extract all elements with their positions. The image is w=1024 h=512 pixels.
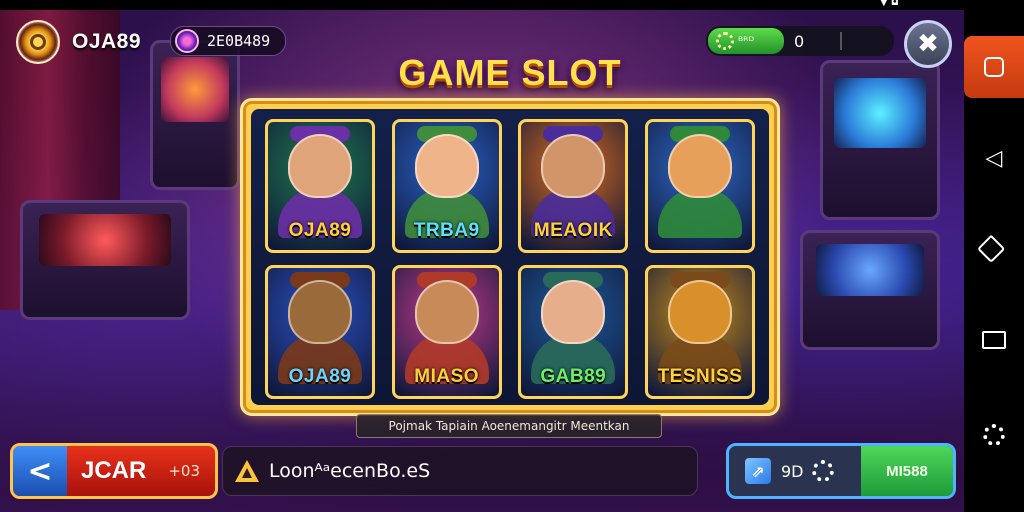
game-tile-label: OJA89	[288, 366, 352, 387]
gear-icon	[716, 32, 734, 50]
brand-logo-icon[interactable]	[16, 20, 60, 64]
status-strip	[0, 0, 964, 10]
share-panel-button[interactable]: ⇗ 9D MI588	[726, 443, 956, 499]
game-tile[interactable]: TESNISS	[644, 265, 755, 399]
game-grid: OJA89 TRBA9 MEAOIK OJA89 MIASO GAB89 TES…	[251, 109, 769, 405]
game-screen: OJA89 2E0B489 ᴮᴿᴰ 0 ✖ GAME SLOT OJA89 TR…	[0, 0, 964, 512]
wallet-label: ᴮᴿᴰ	[738, 34, 755, 48]
game-tile-label: MIASO	[414, 366, 480, 387]
back-arrow-button[interactable]: <	[13, 446, 67, 496]
system-nav-bar: ▼ ◘ ◁	[880, 0, 1024, 512]
game-tile-label: GAB89	[540, 366, 607, 387]
wallet-pill[interactable]: ᴮᴿᴰ 0	[706, 26, 894, 56]
arcade-console-right	[800, 230, 940, 350]
page-title: GAME SLOT	[398, 52, 622, 93]
game-tile[interactable]: OJA89	[265, 119, 375, 253]
app-logo-icon	[235, 460, 259, 482]
share-icon: ⇗	[745, 458, 771, 484]
search-input[interactable]	[269, 460, 669, 482]
jcar-label: JCAR	[81, 457, 147, 484]
game-tile[interactable]: MIASO	[391, 265, 502, 399]
nav-recents-button[interactable]	[964, 330, 1024, 355]
game-tile-label: MEAOIK	[533, 220, 613, 241]
game-tile[interactable]: TRBA9	[391, 119, 502, 253]
back-icon: ◁	[985, 146, 1003, 171]
home-icon	[977, 234, 1006, 263]
close-icon: ✖	[917, 29, 939, 59]
brand-name: OJA89	[72, 30, 142, 53]
jcar-button[interactable]: < JCAR +03	[10, 443, 218, 499]
nav-home-button[interactable]	[964, 234, 1024, 263]
jcar-sublabel: +03	[168, 462, 200, 480]
game-tile-label: OJA89	[288, 220, 352, 241]
dots-icon	[811, 460, 834, 482]
game-tile[interactable]: MEAOIK	[518, 119, 629, 253]
coin-balance-value: 2E0B489	[207, 32, 271, 50]
wallet-divider	[840, 32, 843, 50]
gem-coin-icon	[175, 29, 199, 53]
coin-balance-pill[interactable]: 2E0B489	[170, 26, 286, 56]
floating-app-button[interactable]	[964, 36, 1024, 98]
square-icon	[984, 57, 1004, 77]
share-value: 9D	[781, 461, 804, 481]
promo-caption: Pojmak Tapiain Aoenemangitr Meentkan	[356, 414, 662, 438]
game-grid-frame: OJA89 TRBA9 MEAOIK OJA89 MIASO GAB89 TES…	[240, 98, 780, 416]
game-tile-label: TRBA9	[413, 220, 480, 241]
menu-close-button[interactable]: ✖	[904, 20, 952, 68]
nav-assistant-button[interactable]	[964, 424, 1024, 452]
assistant-icon	[983, 424, 1005, 446]
game-tile-label: TESNISS	[657, 366, 743, 387]
search-bar[interactable]	[222, 446, 698, 496]
arcade-cabinet-left	[150, 40, 240, 190]
game-tile[interactable]: OJA89	[265, 265, 375, 399]
status-icons: ▼ ◘	[880, 0, 899, 8]
arcade-console-left	[20, 200, 190, 320]
recents-icon	[982, 331, 1006, 349]
deposit-button[interactable]: MI588	[861, 446, 953, 496]
arcade-cabinet-right	[820, 60, 940, 220]
wallet-value: 0	[794, 31, 805, 51]
nav-back-button[interactable]: ◁	[964, 146, 1024, 171]
game-tile[interactable]: GAB89	[518, 265, 629, 399]
wallet-add-button[interactable]: ᴮᴿᴰ	[708, 28, 784, 54]
game-tile[interactable]	[644, 119, 755, 253]
chevron-left-icon: <	[27, 453, 53, 489]
